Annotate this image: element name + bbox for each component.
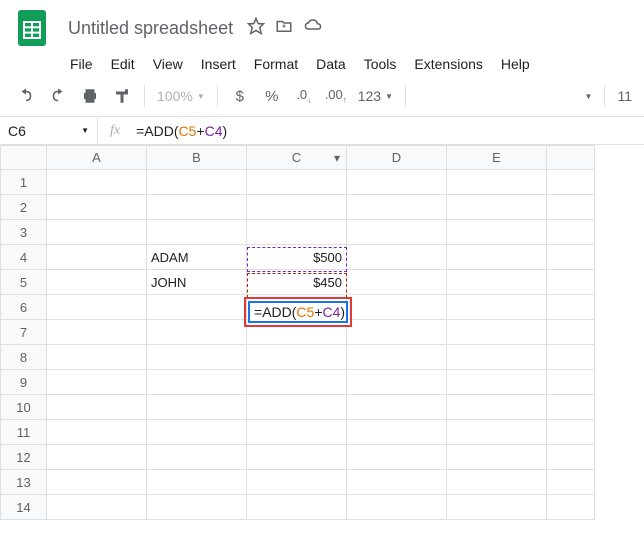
col-header-E[interactable]: E (447, 146, 547, 170)
sheets-logo[interactable] (12, 8, 52, 48)
row-header-6[interactable]: 6 (1, 295, 47, 320)
doc-title[interactable]: Untitled spreadsheet (62, 16, 239, 41)
col-header-C[interactable]: C▾ (247, 146, 347, 170)
cell-C4[interactable]: $500 (247, 245, 347, 270)
redo-button[interactable] (44, 82, 72, 110)
font-size[interactable]: 11 (617, 88, 632, 104)
menu-file[interactable]: File (62, 52, 101, 76)
menu-insert[interactable]: Insert (193, 52, 244, 76)
row-header-3[interactable]: 3 (1, 220, 47, 245)
currency-button[interactable]: $ (226, 82, 254, 110)
menu-tools[interactable]: Tools (356, 52, 405, 76)
menu-format[interactable]: Format (246, 52, 306, 76)
cell-E1[interactable] (447, 170, 547, 195)
row-header-8[interactable]: 8 (1, 345, 47, 370)
menu-data[interactable]: Data (308, 52, 354, 76)
col-header-A[interactable]: A (47, 146, 147, 170)
increase-decimal-button[interactable]: .00↑ (322, 82, 350, 110)
cell-D1[interactable] (347, 170, 447, 195)
percent-button[interactable]: % (258, 82, 286, 110)
col-header-D[interactable]: D (347, 146, 447, 170)
menu-edit[interactable]: Edit (103, 52, 143, 76)
active-cell-editor[interactable]: =ADD(C5+C4) (248, 301, 348, 323)
column-menu-icon[interactable]: ▾ (334, 151, 340, 165)
font-dropdown[interactable]: ▼ (585, 92, 593, 101)
menu-view[interactable]: View (145, 52, 191, 76)
row-header-13[interactable]: 13 (1, 470, 47, 495)
cell-B1[interactable] (147, 170, 247, 195)
move-icon[interactable] (275, 17, 293, 40)
print-button[interactable] (76, 82, 104, 110)
row-header-9[interactable]: 9 (1, 370, 47, 395)
fx-label: fx (98, 123, 132, 139)
cell-B5[interactable]: JOHN (147, 270, 247, 295)
menu-extensions[interactable]: Extensions (406, 52, 490, 76)
toolbar: 100%▼ $ % .0↓ .00↑ 123▼ ▼ 11 (0, 76, 644, 117)
row-header-14[interactable]: 14 (1, 495, 47, 520)
row-header-12[interactable]: 12 (1, 445, 47, 470)
cell-B4[interactable]: ADAM (147, 245, 247, 270)
row-header-5[interactable]: 5 (1, 270, 47, 295)
cell-A1[interactable] (47, 170, 147, 195)
formula-bar: C6 ▼ fx =ADD(C5+C4) (0, 117, 644, 145)
paint-format-button[interactable] (108, 82, 136, 110)
row-header-4[interactable]: 4 (1, 245, 47, 270)
row-header-1[interactable]: 1 (1, 170, 47, 195)
star-icon[interactable] (247, 17, 265, 40)
zoom-dropdown[interactable]: 100%▼ (153, 88, 209, 104)
row-header-10[interactable]: 10 (1, 395, 47, 420)
number-format-dropdown[interactable]: 123▼ (354, 88, 397, 104)
spreadsheet-grid[interactable]: A B C▾ D E 1 2 3 4 ADAM$500 5 JOHN$450 6 7… (0, 145, 595, 520)
undo-button[interactable] (12, 82, 40, 110)
cell-C5[interactable]: $450 (247, 270, 347, 295)
name-box[interactable]: C6 ▼ (0, 117, 98, 144)
select-all-corner[interactable] (1, 146, 47, 170)
row-header-2[interactable]: 2 (1, 195, 47, 220)
col-header-B[interactable]: B (147, 146, 247, 170)
formula-input[interactable]: =ADD(C5+C4) (132, 123, 644, 139)
decrease-decimal-button[interactable]: .0↓ (290, 82, 318, 110)
cell-C1[interactable] (247, 170, 347, 195)
col-header-F[interactable] (547, 146, 595, 170)
chevron-down-icon: ▼ (81, 126, 89, 135)
menu-bar: File Edit View Insert Format Data Tools … (62, 52, 632, 76)
row-header-11[interactable]: 11 (1, 420, 47, 445)
menu-help[interactable]: Help (493, 52, 538, 76)
row-header-7[interactable]: 7 (1, 320, 47, 345)
cloud-icon[interactable] (303, 17, 323, 40)
